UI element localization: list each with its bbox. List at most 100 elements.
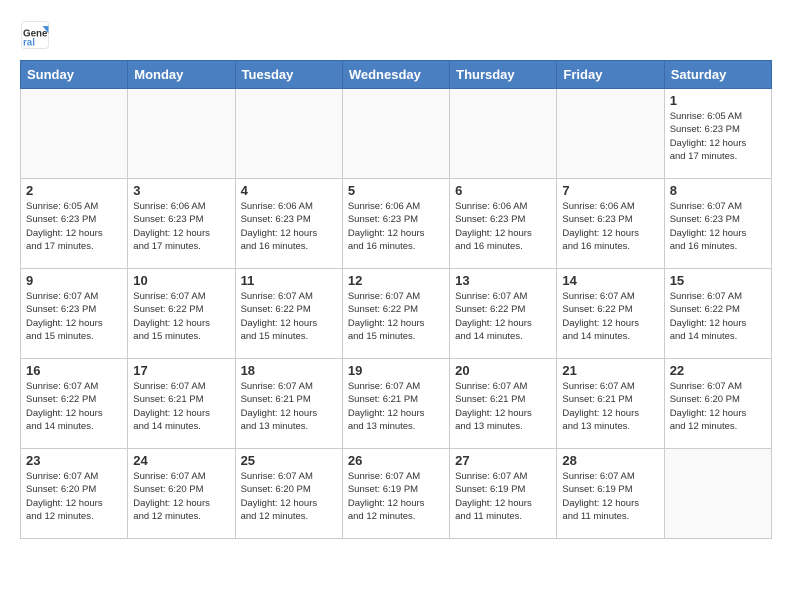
calendar-cell [235,89,342,179]
calendar-cell: 8 Sunrise: 6:07 AM Sunset: 6:23 PM Daylig… [664,179,771,269]
day-number: 3 [133,183,229,198]
day-number: 8 [670,183,766,198]
calendar-cell: 12 Sunrise: 6:07 AM Sunset: 6:22 PM Dayli… [342,269,449,359]
day-info: Sunrise: 6:07 AM Sunset: 6:22 PM Dayligh… [26,380,122,433]
day-header-sunday: Sunday [21,61,128,89]
day-number: 5 [348,183,444,198]
calendar-table: SundayMondayTuesdayWednesdayThursdayFrid… [20,60,772,539]
day-header-tuesday: Tuesday [235,61,342,89]
calendar-cell: 4Sunrise: 6:06 AM Sunset: 6:23 PM Daylig… [235,179,342,269]
calendar-cell: 3 Sunrise: 6:06 AM Sunset: 6:23 PM Daylig… [128,179,235,269]
calendar-cell: 9Sunrise: 6:07 AM Sunset: 6:23 PM Daylig… [21,269,128,359]
day-info: Sunrise: 6:06 AM Sunset: 6:23 PM Dayligh… [455,200,551,253]
day-info: Sunrise: 6:07 AM Sunset: 6:23 PM Dayligh… [670,200,766,253]
calendar-cell: 6 Sunrise: 6:06 AM Sunset: 6:23 PM Daylig… [450,179,557,269]
day-number: 6 [455,183,551,198]
calendar-cell: 27 Sunrise: 6:07 AM Sunset: 6:19 PM Dayli… [450,449,557,539]
calendar-week-row: 9Sunrise: 6:07 AM Sunset: 6:23 PM Daylig… [21,269,772,359]
day-number: 19 [348,363,444,378]
day-number: 7 [562,183,658,198]
day-info: Sunrise: 6:07 AM Sunset: 6:23 PM Dayligh… [26,290,122,343]
day-header-thursday: Thursday [450,61,557,89]
calendar-week-row: 16 Sunrise: 6:07 AM Sunset: 6:22 PM Dayli… [21,359,772,449]
calendar-cell: 20 Sunrise: 6:07 AM Sunset: 6:21 PM Dayli… [450,359,557,449]
calendar-cell: 2 Sunrise: 6:05 AM Sunset: 6:23 PM Daylig… [21,179,128,269]
day-header-friday: Friday [557,61,664,89]
calendar-cell: 14 Sunrise: 6:07 AM Sunset: 6:22 PM Dayli… [557,269,664,359]
day-info: Sunrise: 6:07 AM Sunset: 6:19 PM Dayligh… [348,470,444,523]
day-header-wednesday: Wednesday [342,61,449,89]
calendar-cell: 5 Sunrise: 6:06 AM Sunset: 6:23 PM Daylig… [342,179,449,269]
day-number: 1 [670,93,766,108]
calendar-cell [664,449,771,539]
calendar-cell: 25 Sunrise: 6:07 AM Sunset: 6:20 PM Dayli… [235,449,342,539]
day-number: 2 [26,183,122,198]
day-number: 23 [26,453,122,468]
day-number: 25 [241,453,337,468]
day-info: Sunrise: 6:07 AM Sunset: 6:22 PM Dayligh… [455,290,551,343]
logo: Gene ral [20,20,54,50]
day-info: Sunrise: 6:07 AM Sunset: 6:20 PM Dayligh… [241,470,337,523]
calendar-cell: 22 Sunrise: 6:07 AM Sunset: 6:20 PM Dayli… [664,359,771,449]
day-number: 15 [670,273,766,288]
calendar-cell: 26 Sunrise: 6:07 AM Sunset: 6:19 PM Dayli… [342,449,449,539]
calendar-cell: 17 Sunrise: 6:07 AM Sunset: 6:21 PM Dayli… [128,359,235,449]
day-info: Sunrise: 6:07 AM Sunset: 6:20 PM Dayligh… [26,470,122,523]
calendar-cell: 11 Sunrise: 6:07 AM Sunset: 6:22 PM Dayli… [235,269,342,359]
calendar-cell: 13Sunrise: 6:07 AM Sunset: 6:22 PM Dayli… [450,269,557,359]
calendar-week-row: 23 Sunrise: 6:07 AM Sunset: 6:20 PM Dayli… [21,449,772,539]
day-info: Sunrise: 6:05 AM Sunset: 6:23 PM Dayligh… [26,200,122,253]
calendar-cell [557,89,664,179]
calendar-cell [128,89,235,179]
calendar-cell: 18Sunrise: 6:07 AM Sunset: 6:21 PM Dayli… [235,359,342,449]
day-info: Sunrise: 6:07 AM Sunset: 6:22 PM Dayligh… [133,290,229,343]
day-info: Sunrise: 6:07 AM Sunset: 6:22 PM Dayligh… [241,290,337,343]
day-info: Sunrise: 6:07 AM Sunset: 6:21 PM Dayligh… [455,380,551,433]
day-number: 11 [241,273,337,288]
calendar-cell: 7 Sunrise: 6:06 AM Sunset: 6:23 PM Daylig… [557,179,664,269]
day-info: Sunrise: 6:07 AM Sunset: 6:21 PM Dayligh… [241,380,337,433]
day-info: Sunrise: 6:07 AM Sunset: 6:19 PM Dayligh… [562,470,658,523]
day-info: Sunrise: 6:06 AM Sunset: 6:23 PM Dayligh… [348,200,444,253]
calendar-cell: 23 Sunrise: 6:07 AM Sunset: 6:20 PM Dayli… [21,449,128,539]
logo-icon: Gene ral [20,20,50,50]
day-number: 24 [133,453,229,468]
day-info: Sunrise: 6:07 AM Sunset: 6:22 PM Dayligh… [670,290,766,343]
calendar-cell: 28Sunrise: 6:07 AM Sunset: 6:19 PM Dayli… [557,449,664,539]
svg-text:ral: ral [23,38,35,49]
day-info: Sunrise: 6:07 AM Sunset: 6:22 PM Dayligh… [348,290,444,343]
day-info: Sunrise: 6:07 AM Sunset: 6:19 PM Dayligh… [455,470,551,523]
day-number: 14 [562,273,658,288]
calendar-week-row: 1 Sunrise: 6:05 AM Sunset: 6:23 PM Daylig… [21,89,772,179]
day-number: 10 [133,273,229,288]
day-number: 26 [348,453,444,468]
day-info: Sunrise: 6:06 AM Sunset: 6:23 PM Dayligh… [562,200,658,253]
day-info: Sunrise: 6:06 AM Sunset: 6:23 PM Dayligh… [241,200,337,253]
day-info: Sunrise: 6:07 AM Sunset: 6:22 PM Dayligh… [562,290,658,343]
day-number: 16 [26,363,122,378]
day-number: 27 [455,453,551,468]
day-info: Sunrise: 6:06 AM Sunset: 6:23 PM Dayligh… [133,200,229,253]
day-info: Sunrise: 6:07 AM Sunset: 6:20 PM Dayligh… [670,380,766,433]
day-info: Sunrise: 6:07 AM Sunset: 6:21 PM Dayligh… [133,380,229,433]
calendar-cell: 15 Sunrise: 6:07 AM Sunset: 6:22 PM Dayli… [664,269,771,359]
day-info: Sunrise: 6:07 AM Sunset: 6:20 PM Dayligh… [133,470,229,523]
day-number: 22 [670,363,766,378]
day-number: 17 [133,363,229,378]
day-info: Sunrise: 6:07 AM Sunset: 6:21 PM Dayligh… [562,380,658,433]
day-info: Sunrise: 6:07 AM Sunset: 6:21 PM Dayligh… [348,380,444,433]
calendar-cell: 19 Sunrise: 6:07 AM Sunset: 6:21 PM Dayli… [342,359,449,449]
day-header-monday: Monday [128,61,235,89]
calendar-header-row: SundayMondayTuesdayWednesdayThursdayFrid… [21,61,772,89]
day-number: 21 [562,363,658,378]
calendar-cell: 10 Sunrise: 6:07 AM Sunset: 6:22 PM Dayli… [128,269,235,359]
calendar-cell [342,89,449,179]
calendar-cell: 16 Sunrise: 6:07 AM Sunset: 6:22 PM Dayli… [21,359,128,449]
calendar-cell [21,89,128,179]
calendar-week-row: 2 Sunrise: 6:05 AM Sunset: 6:23 PM Daylig… [21,179,772,269]
calendar-cell: 1 Sunrise: 6:05 AM Sunset: 6:23 PM Daylig… [664,89,771,179]
day-number: 12 [348,273,444,288]
day-header-saturday: Saturday [664,61,771,89]
day-info: Sunrise: 6:05 AM Sunset: 6:23 PM Dayligh… [670,110,766,163]
day-number: 20 [455,363,551,378]
